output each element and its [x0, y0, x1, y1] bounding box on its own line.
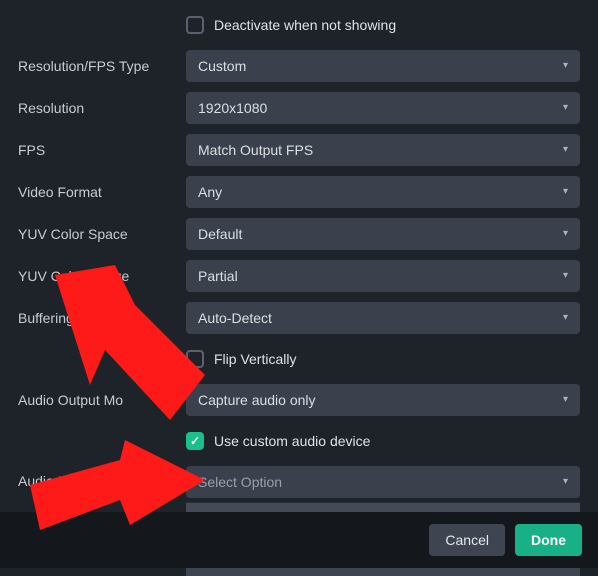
chevron-down-icon: ▾	[563, 176, 568, 208]
yuv-range-value: Partial	[198, 260, 238, 292]
buffering-value: Auto-Detect	[198, 302, 272, 334]
video-format-value: Any	[198, 176, 222, 208]
flip-vertically-label: Flip Vertically	[214, 351, 296, 367]
audio-device-placeholder: Select Option	[198, 466, 282, 498]
fps-select[interactable]: Match Output FPS ▾	[186, 134, 580, 166]
use-custom-audio-checkbox[interactable]	[186, 432, 204, 450]
buffering-label: Buffering	[18, 310, 186, 326]
audio-device-label: Audio Device	[18, 466, 186, 489]
chevron-down-icon: ▾	[563, 260, 568, 292]
flip-vertically-checkbox[interactable]	[186, 350, 204, 368]
yuv-range-select[interactable]: Partial ▾	[186, 260, 580, 292]
chevron-down-icon: ▾	[563, 50, 568, 82]
yuv-space-label: YUV Color Space	[18, 226, 186, 242]
resolution-fps-type-value: Custom	[198, 50, 246, 82]
chevron-down-icon: ▾	[563, 134, 568, 166]
yuv-space-value: Default	[198, 218, 242, 250]
chevron-down-icon: ▾	[563, 218, 568, 250]
yuv-space-select[interactable]: Default ▾	[186, 218, 580, 250]
audio-output-mode-label: Audio Output Mo	[18, 392, 186, 408]
fps-value: Match Output FPS	[198, 134, 313, 166]
fps-label: FPS	[18, 142, 186, 158]
use-custom-audio-label: Use custom audio device	[214, 433, 370, 449]
chevron-down-icon: ▾	[563, 466, 568, 498]
resolution-fps-type-label: Resolution/FPS Type	[18, 58, 186, 74]
chevron-down-icon: ▾	[563, 92, 568, 124]
audio-device-select[interactable]: Select Option ▾	[186, 466, 580, 498]
video-format-select[interactable]: Any ▾	[186, 176, 580, 208]
resolution-select[interactable]: 1920x1080 ▾	[186, 92, 580, 124]
deactivate-checkbox[interactable]	[186, 16, 204, 34]
resolution-fps-type-select[interactable]: Custom ▾	[186, 50, 580, 82]
chevron-down-icon: ▾	[563, 384, 568, 416]
resolution-value: 1920x1080	[198, 92, 267, 124]
buffering-select[interactable]: Auto-Detect ▾	[186, 302, 580, 334]
done-button[interactable]: Done	[515, 524, 582, 556]
video-format-label: Video Format	[18, 184, 186, 200]
deactivate-label: Deactivate when not showing	[214, 17, 396, 33]
audio-output-mode-value: Capture audio only	[198, 384, 316, 416]
resolution-label: Resolution	[18, 100, 186, 116]
chevron-down-icon: ▾	[563, 302, 568, 334]
yuv-range-label: YUV Color Range	[18, 268, 186, 284]
cancel-button[interactable]: Cancel	[429, 524, 505, 556]
dialog-footer: Cancel Done	[0, 512, 598, 568]
audio-output-mode-select[interactable]: Capture audio only ▾	[186, 384, 580, 416]
